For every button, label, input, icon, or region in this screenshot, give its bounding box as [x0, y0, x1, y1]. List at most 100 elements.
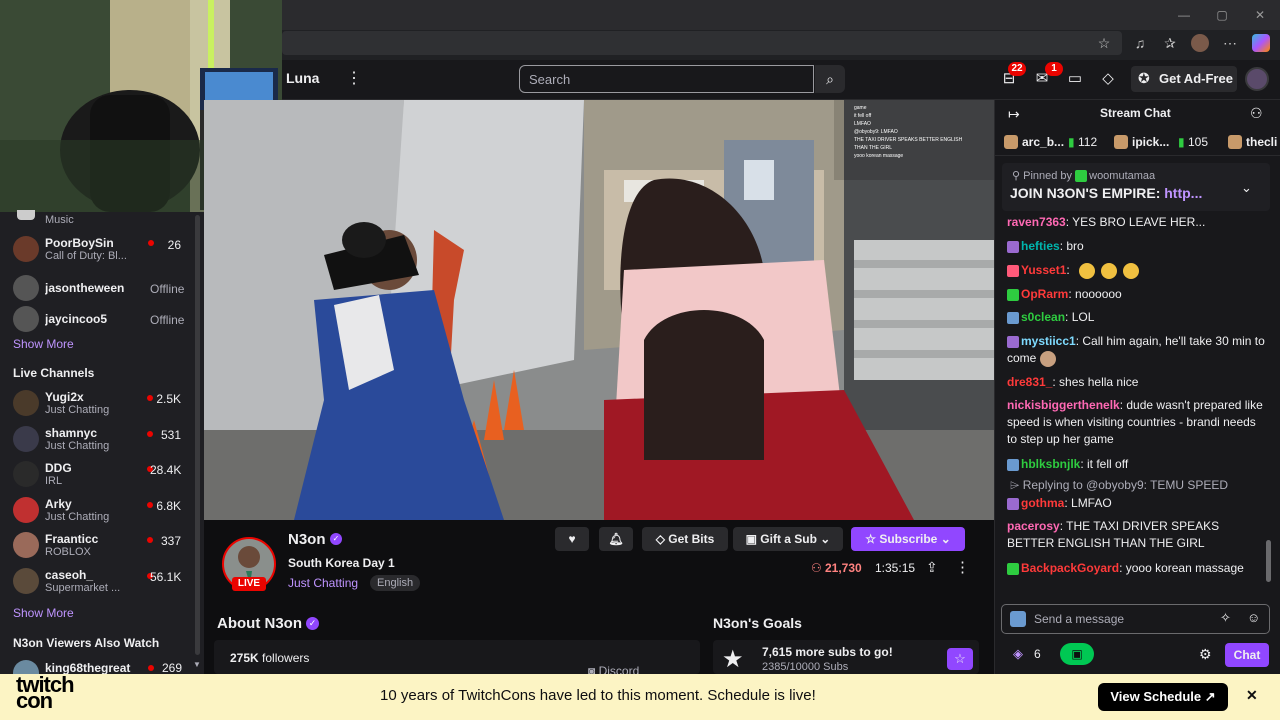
language-tag[interactable]: English [370, 575, 421, 591]
gifter-name[interactable]: arc_b... [1022, 135, 1064, 149]
chat-text: noooooo [1075, 287, 1122, 301]
chat-send-button[interactable]: Chat [1225, 643, 1269, 667]
sidebar-viewer-count: 337 [160, 534, 181, 548]
sidebar-viewer-count: Offline [150, 282, 185, 296]
channel-avatar[interactable] [13, 496, 39, 523]
goal-subscribe-button[interactable]: ☆ [947, 648, 973, 670]
close-window-button[interactable]: ✕ [1250, 6, 1270, 24]
chat-identity-badge[interactable] [1010, 611, 1026, 627]
share-icon[interactable]: ⇪ [926, 559, 938, 576]
channel-avatar[interactable] [13, 236, 39, 262]
copilot-icon[interactable] [1252, 34, 1270, 52]
chat-username[interactable]: gothma [1021, 496, 1064, 510]
chat-settings-icon[interactable]: ⚙ [1199, 646, 1212, 663]
gifter-icon [1114, 135, 1128, 149]
extension-icon[interactable]: ♫ [1131, 34, 1149, 52]
get-bits-button[interactable]: ◇ Get Bits [642, 527, 728, 551]
claim-bonus-button[interactable]: ▣ [1060, 643, 1094, 665]
smiley-icon[interactable]: ☺ [1247, 610, 1260, 625]
subscribe-button[interactable]: ☆ Subscribe ⌄ [851, 527, 965, 551]
sidebar-channel-name[interactable]: PoorBoySin [45, 236, 145, 250]
chat-username[interactable]: BackpackGoyard [1021, 561, 1119, 575]
chat-username[interactable]: raven7363 [1007, 215, 1066, 229]
user-menu-avatar[interactable] [1245, 67, 1269, 91]
chat-username[interactable]: hefties [1021, 239, 1060, 253]
sidebar-scrollbar[interactable] [195, 215, 200, 655]
chevron-down-icon: ⌄ [816, 532, 831, 546]
sidebar-top-avatar[interactable] [17, 210, 35, 220]
also-watch-heading: N3on Viewers Also Watch [13, 636, 160, 650]
favorite-star-icon[interactable]: ☆ [1095, 34, 1113, 52]
chat-text: LOL [1071, 310, 1095, 324]
sidebar-channel-name[interactable]: shamnyc [45, 426, 145, 440]
scroll-down-icon[interactable]: ▼ [193, 660, 201, 669]
channel-avatar[interactable] [13, 275, 39, 301]
sidebar-channel-category: Supermarket ... [45, 581, 121, 594]
show-more-live[interactable]: Show More [13, 606, 74, 620]
follow-button[interactable]: ♥ [555, 527, 589, 551]
gift-sub-button[interactable]: ▣ Gift a Sub ⌄ [733, 527, 843, 551]
channel-avatar[interactable] [13, 306, 39, 332]
collapse-chat-icon[interactable]: ↦ [1008, 106, 1020, 123]
pinned-link[interactable]: http... [1164, 185, 1202, 201]
close-banner-icon[interactable]: ✕ [1246, 687, 1258, 704]
more-menu-icon[interactable]: ⋯ [1221, 34, 1239, 52]
channel-avatar[interactable] [13, 425, 39, 452]
sidebar-channel-name[interactable]: DDG [45, 461, 145, 475]
sidebar-channel-name[interactable]: jasontheween [45, 281, 145, 295]
whispers-icon[interactable]: ▭ [1064, 68, 1086, 90]
chat-username[interactable]: nickisbiggerthenelk [1007, 398, 1120, 412]
chat-message: BackpackGoyard: yooo korean massage [1007, 560, 1269, 577]
chat-username[interactable]: dre831_ [1007, 375, 1052, 389]
address-bar[interactable] [282, 31, 1122, 55]
chat-username[interactable]: s0clean [1021, 310, 1065, 324]
emote [1079, 262, 1096, 279]
chat-username[interactable]: hblksbnjlk [1021, 457, 1080, 471]
chat-username[interactable]: OpRarm [1021, 287, 1068, 301]
notify-button[interactable]: 🔔︎ [599, 527, 633, 551]
chat-message: raven7363: YES BRO LEAVE HER... [1007, 215, 1206, 229]
more-options-icon[interactable]: ⋮ [346, 68, 362, 88]
channel-avatar[interactable] [13, 532, 39, 558]
search-input[interactable]: Search [519, 65, 814, 93]
sidebar-channel-name[interactable]: Arky [45, 497, 145, 511]
chevron-down-icon[interactable]: ⌄ [1241, 180, 1252, 196]
chat-username[interactable]: mystiicc1 [1021, 334, 1076, 348]
goal-star-icon: ★ [722, 646, 744, 673]
live-channels-heading: Live Channels [13, 366, 95, 380]
video-player[interactable]: game it fell off LMFAO @obyoby9: LMFAO THE T… [204, 100, 994, 520]
maximize-button[interactable]: ▢ [1212, 6, 1232, 24]
gift-icon: ▣ [1071, 647, 1083, 661]
channel-points-icon[interactable]: ◈ [1013, 646, 1023, 662]
bits-icon[interactable]: ◇ [1097, 68, 1119, 90]
sidebar-channel-name[interactable]: Fraanticc [45, 532, 145, 546]
channel-avatar[interactable] [13, 390, 39, 416]
search-button[interactable]: ⌕ [815, 65, 845, 93]
sidebar-channel-name[interactable]: jaycincoo5 [45, 312, 145, 326]
favorites-icon[interactable]: ✰ [1161, 34, 1179, 52]
category-link[interactable]: Just Chatting [288, 576, 358, 590]
chat-username[interactable]: pacerosy [1007, 519, 1060, 533]
chat-username[interactable]: Yusset1 [1021, 263, 1066, 277]
gifter-name[interactable]: ipick... [1132, 135, 1169, 149]
chat-badge [1007, 311, 1019, 324]
chat-message: Yusset1: [1007, 262, 1269, 279]
channel-name[interactable]: N3on [288, 531, 326, 548]
sidebar-channel-category: ROBLOX [45, 546, 91, 558]
followers: 275K followers [230, 651, 309, 665]
sidebar-channel-name[interactable]: caseoh_ [45, 568, 145, 582]
more-options-icon[interactable]: ⋮ [955, 558, 970, 576]
view-schedule-button[interactable]: View Schedule ↗ [1098, 683, 1228, 711]
gifter-name[interactable]: thecli [1246, 135, 1277, 149]
sidebar-channel-category: Just Chatting [45, 404, 110, 416]
star-icon: ☆ [954, 651, 966, 666]
minimize-button[interactable]: — [1174, 6, 1194, 24]
luna-link[interactable]: Luna [286, 70, 319, 86]
sidebar-channel-name[interactable]: Yugi2x [45, 390, 145, 404]
community-icon[interactable]: ⚇ [1250, 105, 1263, 122]
emote-picker-icon[interactable]: ✧ [1220, 610, 1231, 626]
channel-avatar[interactable] [13, 567, 39, 594]
channel-avatar[interactable] [13, 461, 39, 487]
show-more-followed[interactable]: Show More [13, 337, 74, 351]
profile-avatar[interactable] [1191, 34, 1209, 52]
